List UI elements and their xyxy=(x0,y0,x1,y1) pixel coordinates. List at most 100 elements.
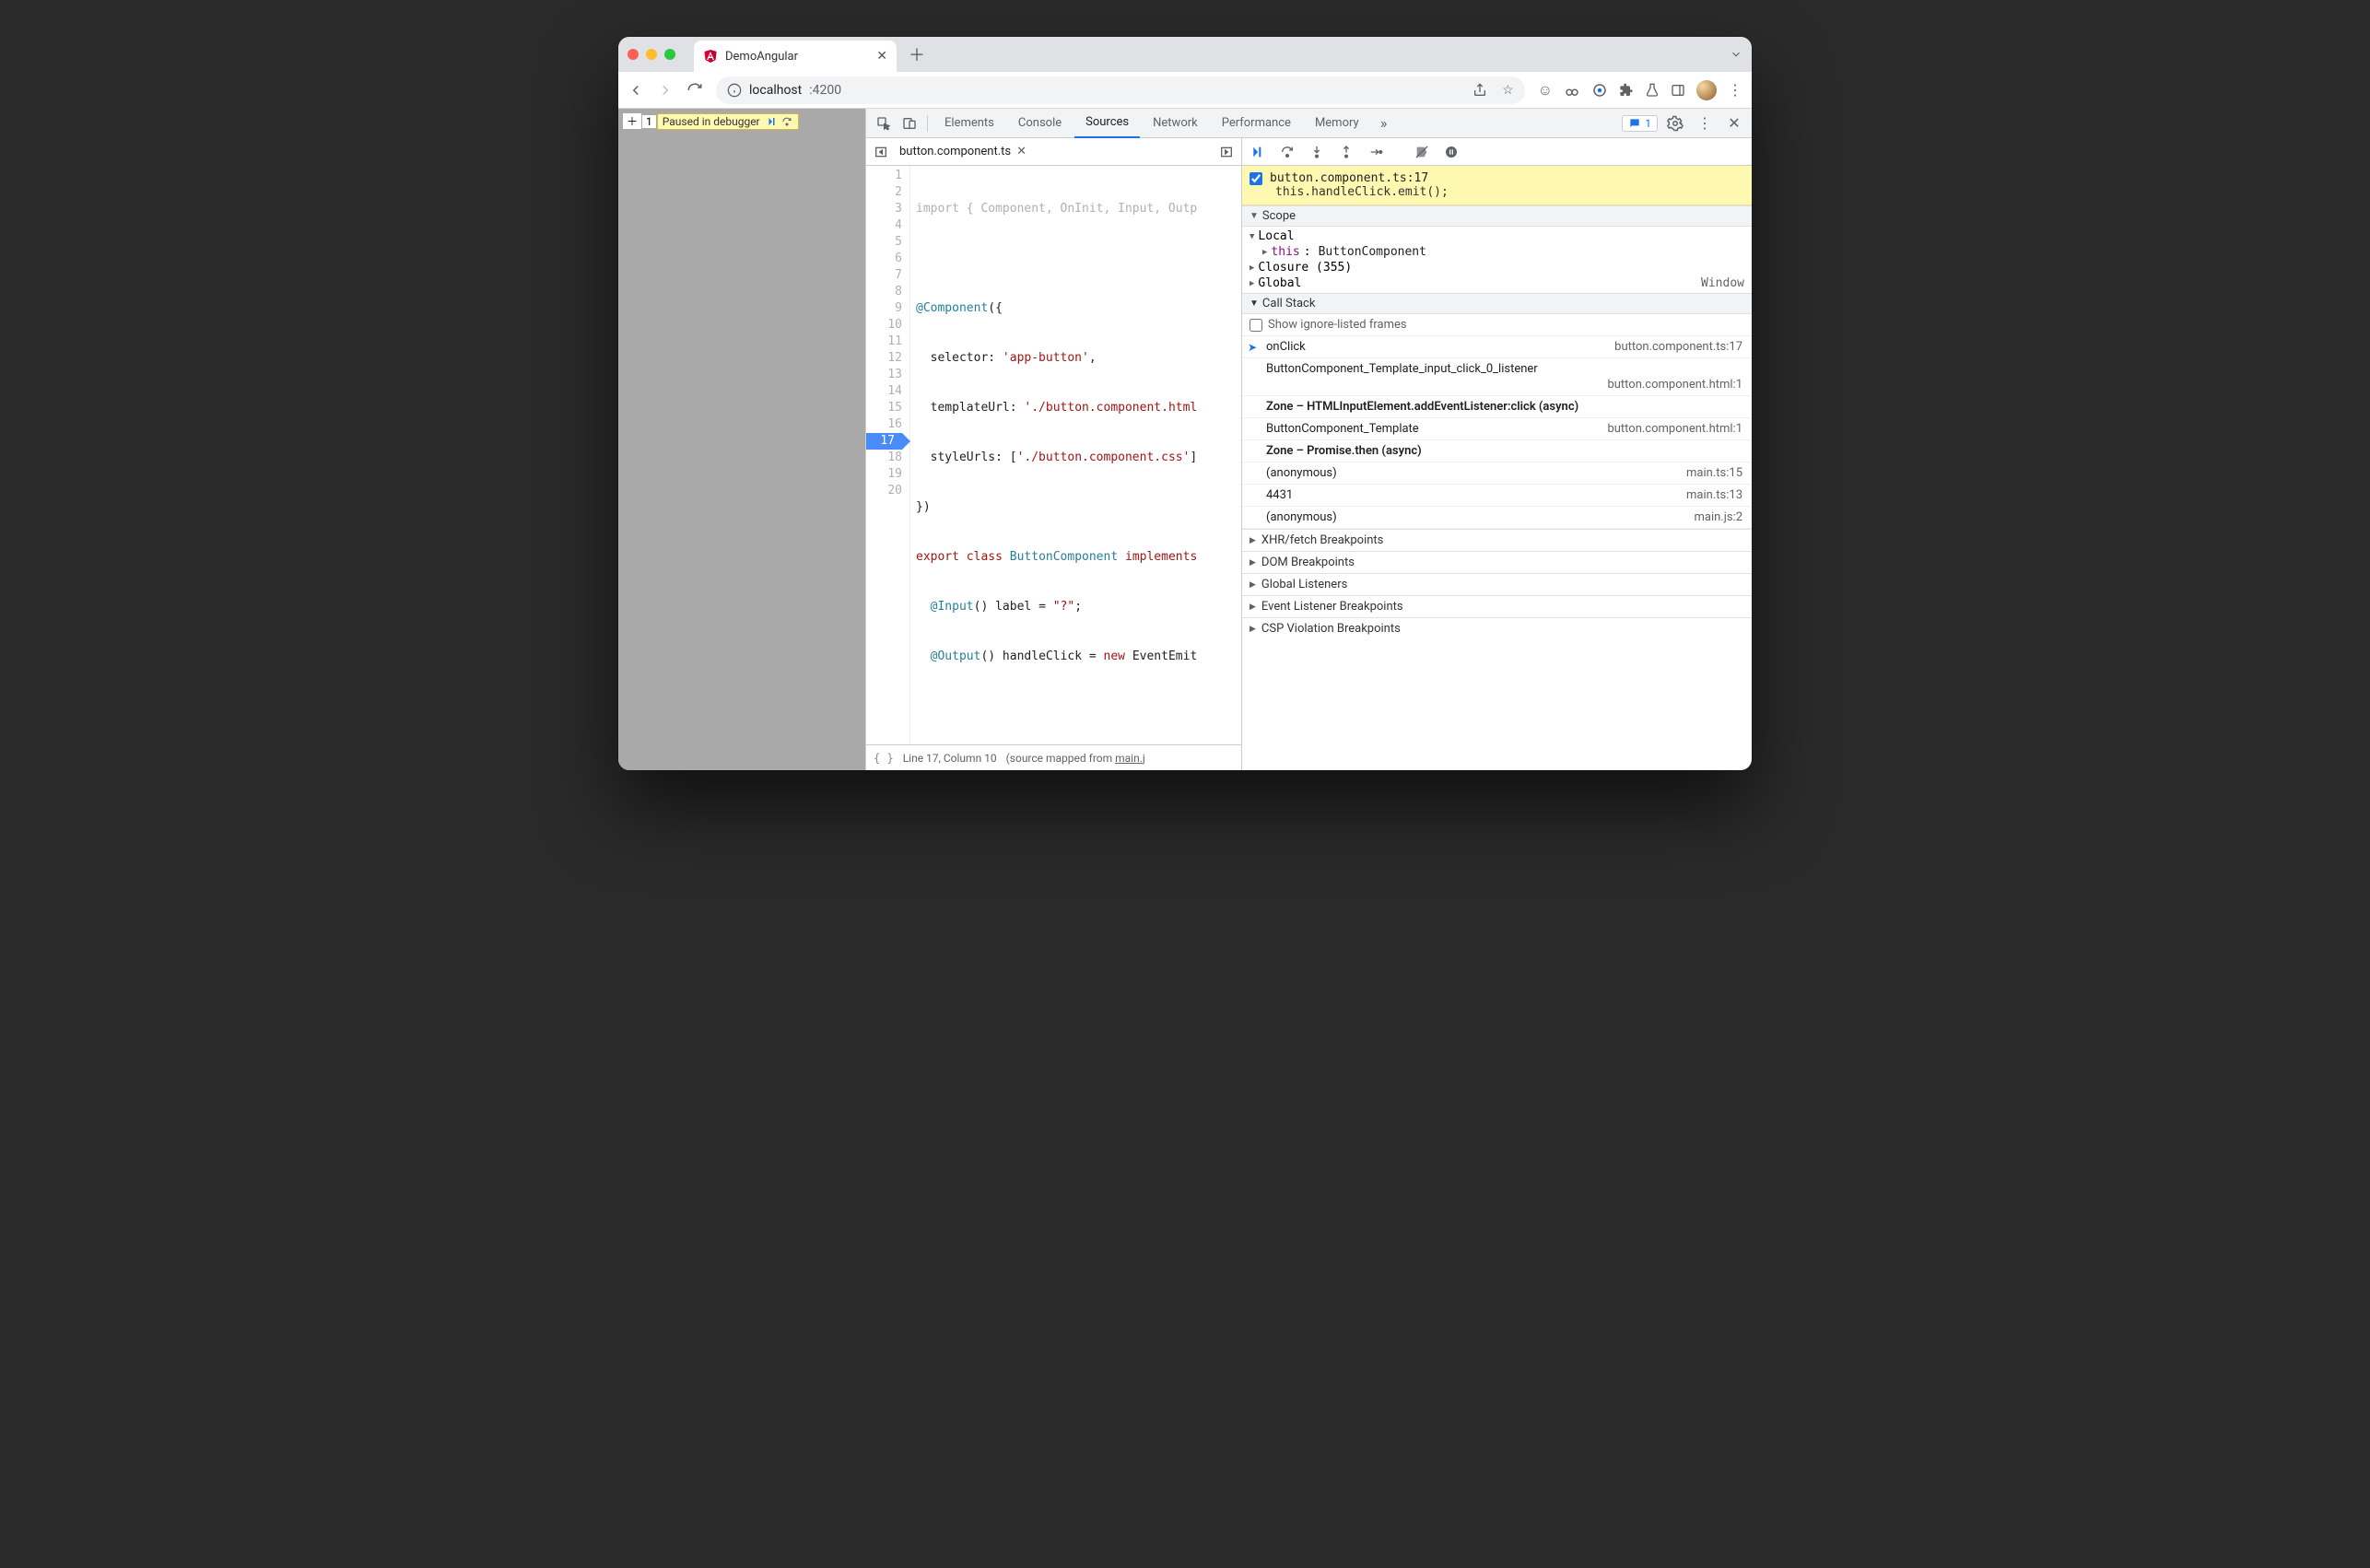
scope-header[interactable]: ▼Scope xyxy=(1242,205,1752,227)
line-number[interactable]: 8 xyxy=(866,284,902,300)
ext-icon-1[interactable]: ☺ xyxy=(1538,81,1553,99)
line-number[interactable]: 6 xyxy=(866,251,902,267)
csp-breakpoints-section[interactable]: ▶CSP Violation Breakpoints xyxy=(1242,617,1752,639)
code-line: import { Component, OnInit, Input, Outp xyxy=(916,201,1241,217)
devtools-menu-icon[interactable]: ⋮ xyxy=(1693,111,1717,135)
code-line: }) xyxy=(916,499,1241,516)
scope-local[interactable]: ▼Local xyxy=(1242,228,1752,244)
deactivate-breakpoints-button[interactable] xyxy=(1412,142,1432,162)
step-over-icon[interactable] xyxy=(780,116,793,127)
line-number[interactable]: 14 xyxy=(866,383,902,400)
settings-icon[interactable] xyxy=(1663,111,1687,135)
callstack-frame[interactable]: ButtonComponent_Templatebutton.component… xyxy=(1242,418,1752,440)
tab-performance[interactable]: Performance xyxy=(1211,109,1302,138)
line-number[interactable]: 9 xyxy=(866,300,902,317)
line-number[interactable]: 5 xyxy=(866,234,902,251)
browser-tab[interactable]: DemoAngular ✕ xyxy=(694,41,897,72)
paused-prefix: ＋ xyxy=(622,112,642,130)
dom-breakpoints-section[interactable]: ▶DOM Breakpoints xyxy=(1242,551,1752,573)
line-number[interactable]: 4 xyxy=(866,217,902,234)
scope-this[interactable]: ▶this:ButtonComponent xyxy=(1242,244,1752,260)
line-number[interactable]: 19 xyxy=(866,466,902,483)
device-toolbar-icon[interactable] xyxy=(898,111,921,135)
line-number[interactable]: 12 xyxy=(866,350,902,367)
tab-memory[interactable]: Memory xyxy=(1304,109,1370,138)
xhr-breakpoints-section[interactable]: ▶XHR/fetch Breakpoints xyxy=(1242,529,1752,551)
more-tabs-button[interactable]: » xyxy=(1372,111,1396,135)
inspect-element-icon[interactable] xyxy=(872,111,896,135)
tab-sources[interactable]: Sources xyxy=(1074,109,1140,138)
show-ignored-checkbox[interactable] xyxy=(1250,319,1262,332)
close-window-button[interactable] xyxy=(628,49,639,60)
callstack-frame[interactable]: ButtonComponent_Template_input_click_0_l… xyxy=(1242,358,1752,396)
resume-button[interactable] xyxy=(1248,142,1268,162)
line-number[interactable]: 16 xyxy=(866,416,902,433)
sourcemap-link[interactable]: main.j xyxy=(1115,752,1145,765)
tab-console[interactable]: Console xyxy=(1007,109,1073,138)
angular-favicon xyxy=(703,49,718,64)
callstack-frame[interactable]: (anonymous)main.js:2 xyxy=(1242,507,1752,529)
global-listeners-section[interactable]: ▶Global Listeners xyxy=(1242,573,1752,595)
bookmark-icon[interactable]: ☆ xyxy=(1502,83,1514,98)
line-number-breakpoint[interactable]: 17 xyxy=(866,433,902,450)
panel-icon[interactable] xyxy=(1671,83,1685,98)
issues-chip[interactable]: 1 xyxy=(1622,115,1658,132)
gutter[interactable]: 1 2 3 4 5 6 7 8 9 10 11 12 13 xyxy=(866,166,910,744)
line-number[interactable]: 3 xyxy=(866,201,902,217)
close-file-tab-icon[interactable]: ✕ xyxy=(1016,145,1027,158)
code-area[interactable]: import { Component, OnInit, Input, Outp … xyxy=(910,166,1241,744)
callstack-frame[interactable]: 4431main.ts:13 xyxy=(1242,485,1752,507)
step-over-button[interactable] xyxy=(1277,142,1297,162)
ext-icon-incognito[interactable] xyxy=(1564,82,1580,99)
tab-network[interactable]: Network xyxy=(1142,109,1209,138)
maximize-window-button[interactable] xyxy=(664,49,675,60)
line-number[interactable]: 20 xyxy=(866,483,902,499)
minimize-window-button[interactable] xyxy=(646,49,657,60)
step-into-button[interactable] xyxy=(1307,142,1327,162)
close-devtools-icon[interactable]: ✕ xyxy=(1722,111,1746,135)
step-button[interactable] xyxy=(1366,142,1386,162)
callstack-header[interactable]: ▼Call Stack xyxy=(1242,293,1752,314)
line-number[interactable]: 13 xyxy=(866,367,902,383)
line-number[interactable]: 10 xyxy=(866,317,902,333)
resume-icon[interactable] xyxy=(766,116,779,127)
more-files-icon[interactable] xyxy=(1215,141,1238,163)
profile-avatar[interactable] xyxy=(1696,80,1717,100)
navigator-toggle-icon[interactable] xyxy=(870,141,892,163)
callstack-frame[interactable]: ➤onClickbutton.component.ts:17 xyxy=(1242,336,1752,358)
tabs-menu-button[interactable] xyxy=(1730,48,1742,61)
callstack-frame[interactable]: Zone – Promise.then (async) xyxy=(1242,440,1752,462)
line-number[interactable]: 7 xyxy=(866,267,902,284)
extensions-button[interactable] xyxy=(1619,83,1634,98)
code-editor[interactable]: 1 2 3 4 5 6 7 8 9 10 11 12 13 xyxy=(866,166,1241,744)
close-tab-button[interactable]: ✕ xyxy=(876,49,887,64)
site-info-icon[interactable] xyxy=(727,83,742,98)
step-out-button[interactable] xyxy=(1336,142,1356,162)
tab-elements[interactable]: Elements xyxy=(933,109,1005,138)
line-number[interactable]: 15 xyxy=(866,400,902,416)
show-ignored-frames-row[interactable]: Show ignore-listed frames xyxy=(1242,314,1752,336)
scope-global[interactable]: ▶GlobalWindow xyxy=(1242,275,1752,291)
labs-icon[interactable] xyxy=(1645,83,1660,98)
callstack-frame[interactable]: Zone – HTMLInputElement.addEventListener… xyxy=(1242,396,1752,418)
scope-closure[interactable]: ▶Closure (355) xyxy=(1242,260,1752,275)
callstack-frame[interactable]: (anonymous)main.ts:15 xyxy=(1242,462,1752,485)
ext-icon-eye[interactable] xyxy=(1591,82,1608,99)
breakpoint-checkbox[interactable] xyxy=(1250,172,1262,185)
line-number[interactable]: 18 xyxy=(866,450,902,466)
line-number[interactable]: 2 xyxy=(866,184,902,201)
chrome-menu-button[interactable]: ⋮ xyxy=(1728,81,1742,99)
reload-button[interactable] xyxy=(686,82,703,99)
new-tab-button[interactable]: ＋ xyxy=(904,41,930,67)
line-number[interactable]: 11 xyxy=(866,333,902,350)
share-icon[interactable] xyxy=(1472,83,1487,98)
pause-exceptions-button[interactable] xyxy=(1441,142,1461,162)
pretty-print-icon[interactable]: { } xyxy=(874,752,894,765)
line-number[interactable]: 1 xyxy=(866,168,902,184)
event-listener-breakpoints-section[interactable]: ▶Event Listener Breakpoints xyxy=(1242,595,1752,617)
forward-button[interactable] xyxy=(657,82,674,99)
paused-badge: Paused in debugger xyxy=(657,113,799,130)
address-bar[interactable]: localhost:4200 ☆ xyxy=(716,76,1525,104)
file-tab[interactable]: button.component.ts ✕ xyxy=(892,138,1034,166)
back-button[interactable] xyxy=(628,82,644,99)
